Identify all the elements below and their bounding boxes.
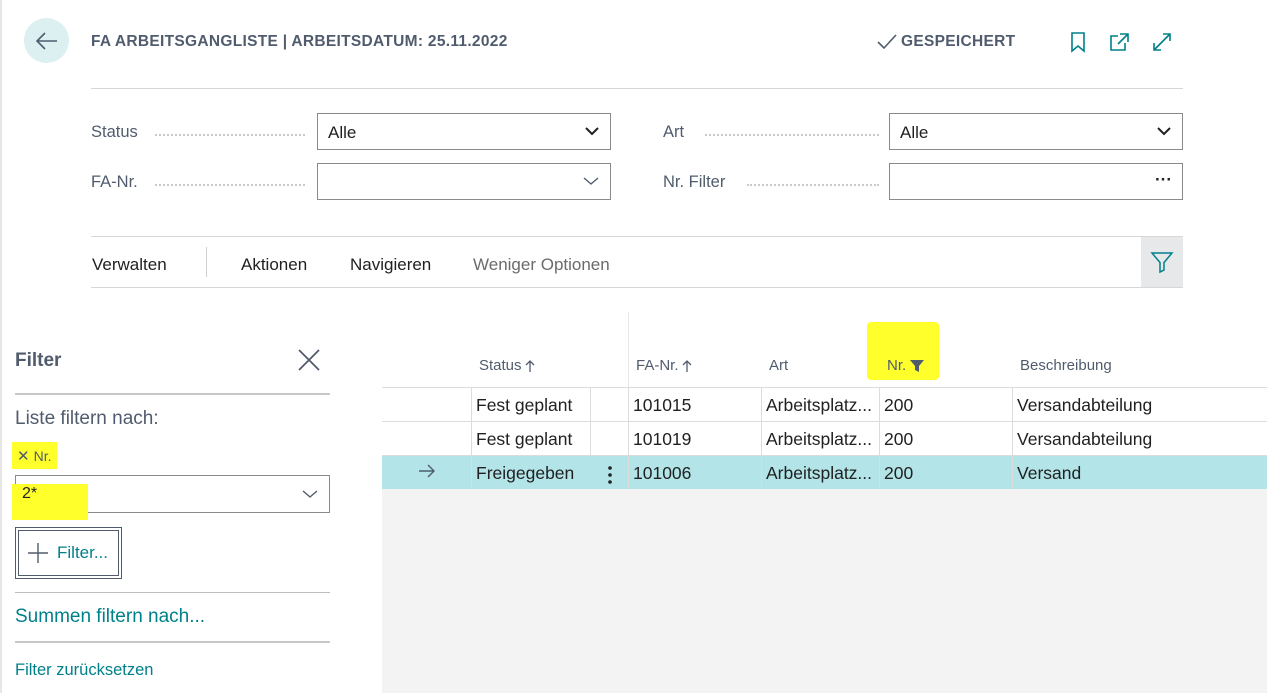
nr-filter-input[interactable]: ···: [889, 163, 1183, 200]
current-row-arrow-icon: [419, 464, 435, 478]
row-actions-icon[interactable]: [607, 465, 613, 485]
chevron-down-icon: [583, 177, 599, 185]
cell-status: Fest geplant: [471, 422, 590, 455]
verwalten-menu[interactable]: Verwalten: [92, 255, 167, 275]
filter-pane-divider: [15, 641, 330, 643]
bookmark-icon[interactable]: [1067, 31, 1089, 53]
cell-beschreibung: Versand: [1012, 456, 1267, 489]
cell-fa-nr[interactable]: 101019: [628, 422, 761, 455]
art-leader-dots: [705, 134, 879, 136]
left-edge: [0, 0, 2, 693]
column-divider: [628, 312, 629, 387]
checkmark-icon: [877, 34, 897, 50]
routing-list-grid: Status FA-Nr. Art Nr. Beschreibung Fest …: [382, 312, 1267, 693]
art-select-value: Alle: [900, 123, 929, 142]
add-filter-button[interactable]: Filter...: [15, 527, 122, 579]
chevron-down-icon: [1157, 127, 1171, 136]
open-new-window-icon[interactable]: [1108, 31, 1130, 53]
filter-pane-toggle[interactable]: [1141, 237, 1183, 287]
cell-art: Arbeitsplatz...: [761, 388, 879, 421]
filter-pane-divider: [15, 592, 330, 593]
sort-ascending-icon: [682, 359, 691, 372]
cell-fa-nr[interactable]: 101006: [628, 456, 761, 489]
back-arrow-icon: [35, 31, 57, 50]
add-filter-label: Filter...: [57, 543, 109, 562]
list-filter-heading: Liste filtern nach:: [15, 408, 159, 429]
action-bar: Verwalten Aktionen Navigieren Weniger Op…: [91, 236, 1183, 288]
cell-status: Fest geplant: [471, 388, 590, 421]
action-separator: [206, 247, 207, 277]
filter-active-icon: [910, 359, 925, 372]
saved-status: GESPEICHERT: [876, 33, 1015, 51]
table-row[interactable]: Fest geplant 101015 Arbeitsplatz... 200 …: [382, 387, 1267, 421]
header-divider: [91, 88, 1183, 89]
lookup-ellipsis-button[interactable]: ···: [1155, 170, 1172, 190]
navigieren-menu[interactable]: Navigieren: [350, 255, 431, 275]
nr-filter-label: Nr. Filter: [663, 173, 726, 191]
aktionen-menu[interactable]: Aktionen: [241, 255, 307, 275]
page-title: FA ARBEITSGANGLISTE | ARBEITSDATUM: 25.1…: [91, 33, 508, 50]
sum-filter-link[interactable]: Summen filtern nach...: [15, 606, 205, 628]
reset-filter-link[interactable]: Filter zurücksetzen: [15, 661, 153, 680]
sort-ascending-icon: [525, 359, 534, 372]
cell-art: Arbeitsplatz...: [761, 456, 879, 489]
table-row[interactable]: Fest geplant 101019 Arbeitsplatz... 200 …: [382, 421, 1267, 455]
expand-icon[interactable]: [1151, 31, 1173, 53]
column-header-status[interactable]: Status: [479, 357, 535, 374]
cell-art: Arbeitsplatz...: [761, 422, 879, 455]
status-leader-dots: [155, 134, 305, 136]
column-header-fa-nr[interactable]: FA-Nr.: [636, 357, 692, 374]
filter-pane-title: Filter: [15, 350, 62, 371]
filter-chip-label: Nr.: [33, 447, 52, 464]
plus-icon: [28, 543, 48, 563]
back-button[interactable]: [24, 18, 69, 63]
art-select[interactable]: Alle: [889, 113, 1183, 150]
table-row-selected[interactable]: Freigegeben 101006 Arbeitsplatz... 200 V…: [382, 455, 1267, 489]
column-header-art[interactable]: Art: [769, 357, 788, 374]
column-header-beschreibung[interactable]: Beschreibung: [1020, 357, 1112, 374]
status-label: Status: [91, 123, 138, 141]
cell-beschreibung: Versandabteilung: [1012, 388, 1267, 421]
cell-menu-slot: [590, 422, 628, 455]
filter-pane-divider: [15, 393, 330, 395]
status-select-value: Alle: [328, 123, 357, 142]
saved-label: GESPEICHERT: [901, 33, 1016, 50]
close-icon[interactable]: [296, 347, 322, 373]
chevron-down-icon: [585, 127, 599, 136]
nr-filter-value-field[interactable]: 2*: [12, 475, 330, 520]
chevron-down-icon: [302, 490, 318, 498]
cell-nr: 200: [879, 388, 1012, 421]
funnel-icon: [1150, 252, 1174, 274]
fa-nr-label: FA-Nr.: [91, 173, 138, 191]
cell-nr: 200: [879, 422, 1012, 455]
cell-beschreibung: Versandabteilung: [1012, 422, 1267, 455]
cell-fa-nr[interactable]: 101015: [628, 388, 761, 421]
nr-filter-field-value: 2*: [22, 485, 38, 502]
nr-filter-leader-dots: [747, 184, 879, 186]
status-select[interactable]: Alle: [317, 113, 611, 150]
cell-nr: 200: [879, 456, 1012, 489]
column-header-nr[interactable]: Nr.: [887, 357, 925, 374]
remove-filter-icon[interactable]: ✕: [17, 447, 30, 465]
art-label: Art: [663, 123, 685, 141]
fa-nr-leader-dots: [155, 184, 305, 186]
filter-chip-nr: ✕ Nr.: [12, 442, 57, 469]
cell-status: Freigegeben: [471, 456, 590, 489]
weniger-optionen-button[interactable]: Weniger Optionen: [473, 255, 610, 275]
fa-nr-select[interactable]: [317, 163, 611, 200]
cell-menu-slot: [590, 388, 628, 421]
